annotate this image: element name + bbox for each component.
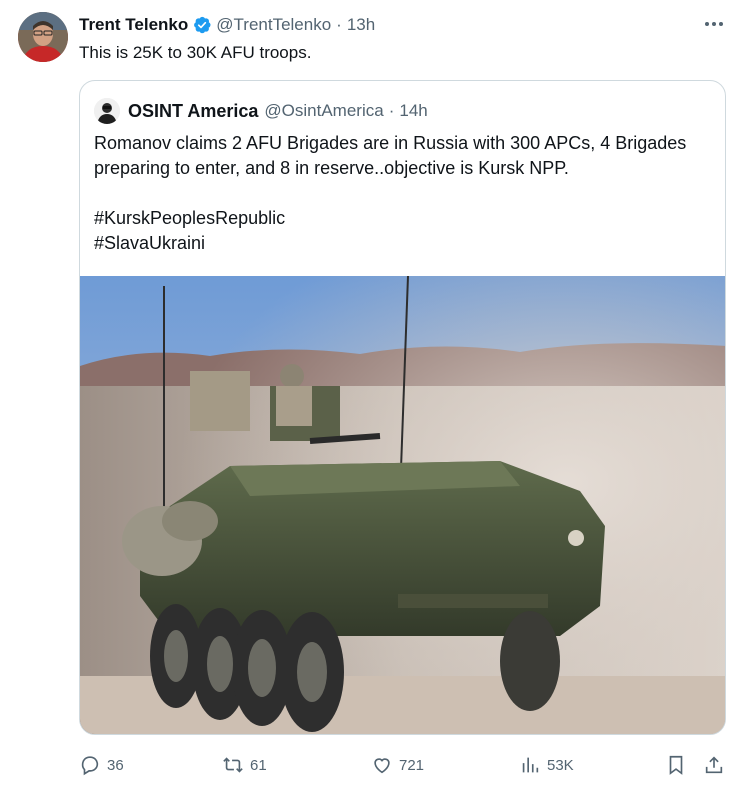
quoted-author-avatar[interactable] — [94, 98, 120, 124]
retweet-icon — [223, 757, 243, 773]
like-count: 721 — [399, 756, 425, 774]
reply-button[interactable]: 36 — [79, 750, 124, 780]
author-avatar[interactable] — [18, 12, 68, 62]
tweet-actions: 36 61 721 53K — [79, 750, 726, 780]
bookmark-icon — [669, 755, 683, 775]
retweet-button[interactable]: 61 — [222, 750, 267, 780]
tweet-header: Trent Telenko @TrentTelenko · 13h — [79, 14, 375, 36]
quoted-tweet[interactable]: OSINT America @OsintAmerica · 14h Romano… — [79, 80, 726, 735]
tweet-text: This is 25K to 30K AFU troops. — [79, 43, 312, 62]
more-options-icon[interactable] — [700, 14, 728, 34]
retweet-count: 61 — [250, 756, 267, 774]
like-button[interactable]: 721 — [371, 750, 424, 780]
tweet[interactable]: Trent Telenko @TrentTelenko · 13h This i… — [0, 0, 733, 802]
tweet-timestamp[interactable]: 13h — [347, 15, 375, 35]
quoted-author-name[interactable]: OSINT America — [128, 101, 258, 122]
bookmark-button[interactable] — [665, 750, 687, 780]
share-button[interactable] — [703, 750, 725, 780]
verified-badge-icon — [194, 16, 211, 34]
author-name[interactable]: Trent Telenko — [79, 15, 188, 35]
separator-dot: · — [336, 15, 342, 34]
author-handle[interactable]: @TrentTelenko — [216, 15, 331, 35]
reply-count: 36 — [107, 756, 124, 774]
view-count: 53K — [547, 756, 574, 774]
quoted-separator-dot: · — [388, 101, 395, 120]
armored-vehicle-photo[interactable] — [80, 276, 725, 734]
views-button[interactable]: 53K — [519, 750, 574, 780]
reply-icon — [81, 756, 99, 776]
quoted-timestamp[interactable]: 14h — [399, 101, 427, 121]
share-icon — [705, 756, 723, 774]
quoted-author-handle[interactable]: @OsintAmerica — [264, 101, 383, 121]
views-chart-icon — [522, 757, 539, 773]
quoted-tweet-text: Romanov claims 2 AFU Brigades are in Rus… — [94, 133, 687, 253]
quoted-tweet-header: OSINT America @OsintAmerica · 14h — [94, 98, 428, 124]
heart-icon — [374, 758, 390, 774]
